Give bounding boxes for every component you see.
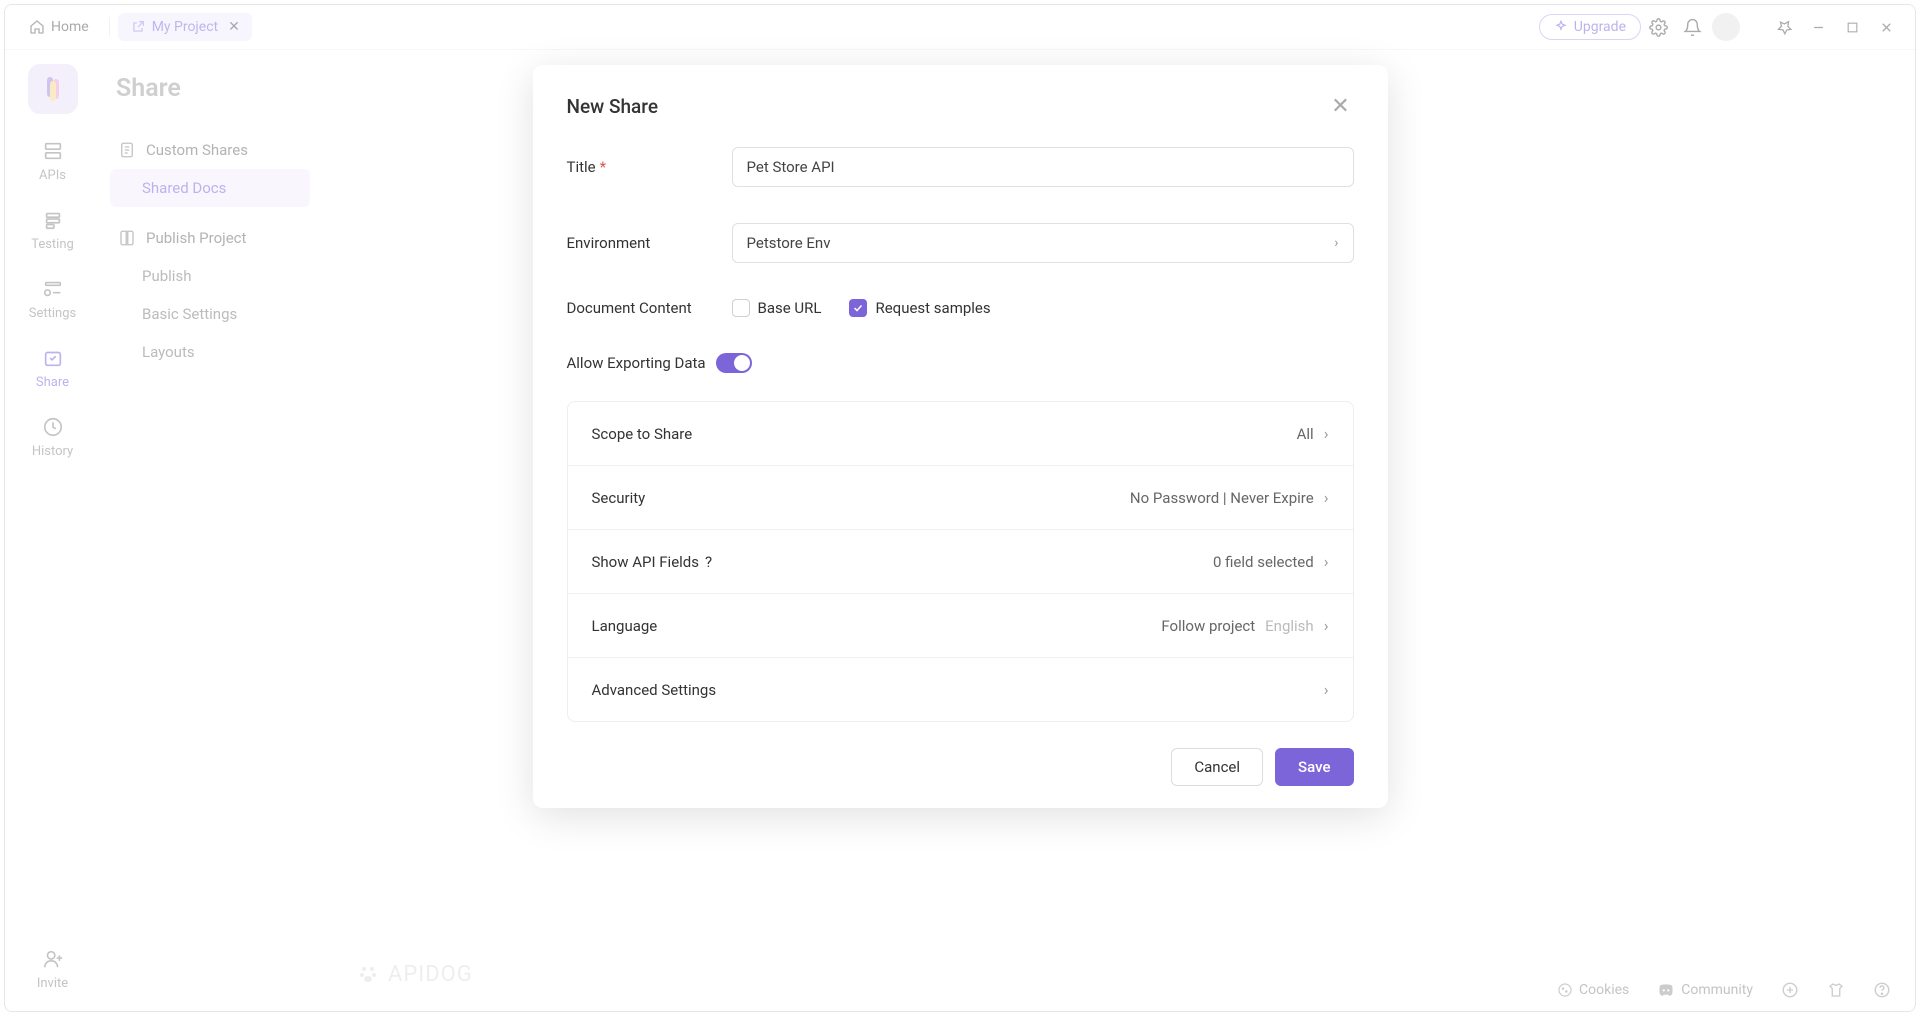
document-content-label: Document Content xyxy=(567,299,732,317)
row-security[interactable]: Security No Password | Never Expire› xyxy=(568,466,1353,530)
save-button[interactable]: Save xyxy=(1275,748,1353,786)
environment-select[interactable]: Petstore Env › xyxy=(732,223,1354,263)
environment-label: Environment xyxy=(567,234,732,252)
chevron-right-icon: › xyxy=(1324,616,1329,635)
row-advanced-settings[interactable]: Advanced Settings › xyxy=(568,658,1353,721)
modal-close-button[interactable]: ✕ xyxy=(1328,93,1354,119)
row-show-api-fields[interactable]: Show API Fields? 0 field selected› xyxy=(568,530,1353,594)
title-input[interactable] xyxy=(732,147,1354,187)
chevron-right-icon: › xyxy=(1324,488,1329,507)
row-language[interactable]: Language Follow project English › xyxy=(568,594,1353,658)
checkbox-checked-icon xyxy=(849,299,867,317)
checkbox-request-samples[interactable]: Request samples xyxy=(849,299,990,317)
row-scope-to-share[interactable]: Scope to Share All› xyxy=(568,402,1353,466)
checkbox-unchecked-icon xyxy=(732,299,750,317)
cancel-button[interactable]: Cancel xyxy=(1171,748,1263,786)
chevron-right-icon: › xyxy=(1334,235,1338,251)
modal-overlay: New Share ✕ Title* Environment Petstore … xyxy=(5,5,1915,1011)
new-share-modal: New Share ✕ Title* Environment Petstore … xyxy=(533,65,1388,808)
chevron-right-icon: › xyxy=(1324,424,1329,443)
settings-list: Scope to Share All› Security No Password… xyxy=(567,401,1354,722)
title-label: Title* xyxy=(567,158,732,176)
environment-value: Petstore Env xyxy=(747,234,831,252)
help-icon: ? xyxy=(705,553,712,571)
chevron-right-icon: › xyxy=(1324,680,1329,699)
chevron-right-icon: › xyxy=(1324,552,1329,571)
allow-export-toggle[interactable] xyxy=(716,353,752,373)
modal-title: New Share xyxy=(567,95,659,118)
checkbox-base-url[interactable]: Base URL xyxy=(732,299,822,317)
allow-export-label: Allow Exporting Data xyxy=(567,354,706,372)
